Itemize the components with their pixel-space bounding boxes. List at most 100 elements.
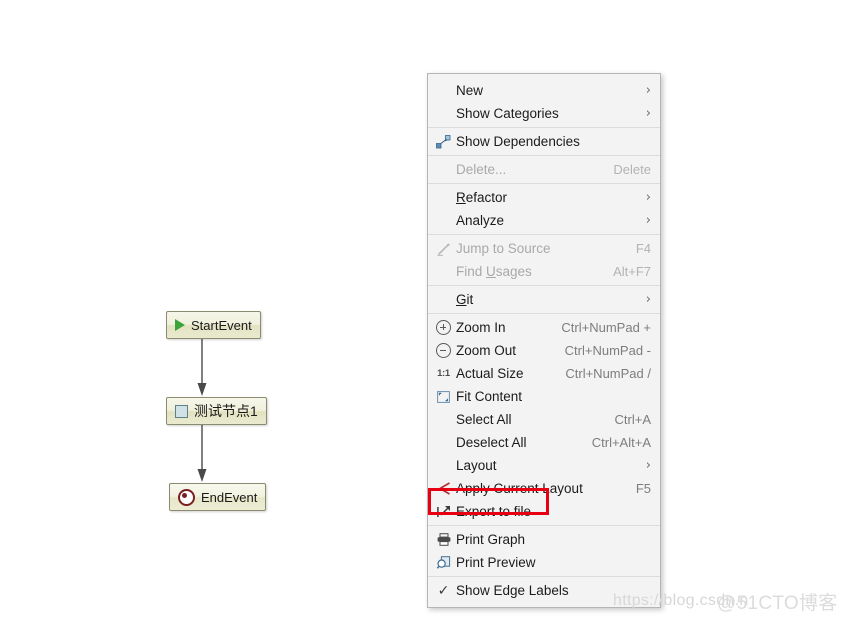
graph-node-label: StartEvent	[191, 317, 252, 333]
blank-icon	[434, 458, 453, 474]
menu-item-shortcut: Delete	[613, 162, 651, 177]
menu-item-fit-content[interactable]: Fit Content	[428, 385, 660, 408]
menu-item-actual-size[interactable]: 1:1 Actual Size Ctrl+NumPad /	[428, 362, 660, 385]
graph-node-startevent[interactable]: StartEvent	[166, 311, 261, 339]
menu-item-label: Deselect All	[456, 435, 527, 450]
menu-item-zoom-out[interactable]: Zoom Out Ctrl+NumPad -	[428, 339, 660, 362]
fit-content-icon	[434, 389, 453, 405]
menu-item-apply-current-layout[interactable]: Apply Current Layout F5	[428, 477, 660, 500]
blank-icon	[434, 190, 453, 206]
zoom-in-icon	[434, 320, 453, 336]
menu-item-label: New	[456, 83, 484, 98]
menu-item-deselect-all[interactable]: Deselect All Ctrl+Alt+A	[428, 431, 660, 454]
menu-item-label-rest: sages	[495, 264, 532, 279]
arrow-start-to-task	[196, 339, 208, 402]
menu-item-refactor[interactable]: Refactor ›	[428, 186, 660, 209]
pencil-icon	[434, 241, 453, 257]
mnemonic-letter: U	[486, 264, 496, 279]
blank-icon	[434, 412, 453, 428]
menu-item-shortcut: Ctrl+NumPad -	[564, 343, 651, 358]
51cto-watermark: @51CTO博客	[717, 593, 838, 614]
menu-item-label: Refactor	[456, 190, 646, 205]
export-icon	[434, 504, 453, 520]
menu-item-label: Find Usages	[456, 264, 599, 279]
menu-item-shortcut: F5	[635, 481, 651, 496]
menu-item-label: Git	[456, 292, 646, 307]
arrow-task-to-end	[196, 425, 208, 488]
end-circle-icon	[178, 488, 195, 506]
menu-item-export-to-file[interactable]: Export to file	[428, 500, 660, 523]
menu-item-label-rest: it	[466, 292, 474, 307]
menu-item-analyze[interactable]: Analyze ›	[428, 209, 660, 232]
menu-item-label: Apply Current Layout	[456, 481, 583, 496]
menu-item-label: Actual Size	[456, 366, 524, 381]
menu-item-label: Delete...	[456, 162, 507, 177]
menu-item-shortcut: Ctrl+NumPad +	[561, 320, 651, 335]
menu-item-shortcut: F4	[635, 241, 651, 256]
graph-node-label: 测试节点1	[194, 403, 258, 419]
menu-item-label: Jump to Source	[456, 241, 551, 256]
mnemonic-letter: R	[456, 190, 466, 205]
menu-item-delete: Delete... Delete	[428, 158, 660, 181]
menu-group: Zoom In Ctrl+NumPad + Zoom Out Ctrl+NumP…	[428, 314, 660, 525]
dependencies-icon	[434, 134, 453, 150]
menu-item-label: Layout	[456, 458, 497, 473]
zoom-out-icon	[434, 343, 453, 359]
chevron-right-icon: ›	[645, 458, 651, 473]
blank-icon	[434, 162, 453, 178]
blank-icon	[434, 264, 453, 280]
context-menu[interactable]: New › Show Categories › Show Dependencie…	[427, 73, 661, 608]
menu-group: Jump to Source F4 Find Usages Alt+F7	[428, 235, 660, 285]
menu-item-label: Select All	[456, 412, 512, 427]
graph-node-task[interactable]: 测试节点1	[166, 397, 267, 425]
menu-item-label: Print Preview	[456, 555, 536, 570]
menu-item-shortcut: Ctrl+NumPad /	[565, 366, 651, 381]
menu-group: New › Show Categories ›	[428, 77, 660, 127]
chevron-right-icon: ›	[645, 106, 651, 121]
menu-item-select-all[interactable]: Select All Ctrl+A	[428, 408, 660, 431]
menu-item-label: Analyze	[456, 213, 505, 228]
menu-item-jump-to-source: Jump to Source F4	[428, 237, 660, 260]
check-icon: ✓	[437, 582, 450, 599]
graph-canvas[interactable]: StartEvent 测试节点1 EndEvent	[0, 0, 420, 620]
apply-layout-icon	[434, 481, 453, 497]
blank-icon	[434, 213, 453, 229]
menu-item-git[interactable]: Git ›	[428, 288, 660, 311]
chevron-right-icon: ›	[645, 292, 651, 307]
menu-group: Refactor › Analyze ›	[428, 184, 660, 234]
menu-item-label: Show Dependencies	[456, 134, 580, 149]
menu-item-layout[interactable]: Layout ›	[428, 454, 660, 477]
actual-size-icon: 1:1	[437, 368, 450, 379]
menu-group: Git ›	[428, 286, 660, 313]
menu-item-show-categories[interactable]: Show Categories ›	[428, 102, 660, 125]
chevron-right-icon: ›	[645, 190, 651, 205]
menu-item-print-preview[interactable]: Print Preview	[428, 551, 660, 574]
menu-group: Delete... Delete	[428, 156, 660, 183]
blank-icon	[434, 292, 453, 308]
menu-item-label: Fit Content	[456, 389, 523, 404]
chevron-right-icon: ›	[645, 83, 651, 98]
menu-item-shortcut: Ctrl+A	[614, 412, 651, 427]
menu-item-print-graph[interactable]: Print Graph	[428, 528, 660, 551]
blank-icon	[434, 435, 453, 451]
menu-item-zoom-in[interactable]: Zoom In Ctrl+NumPad +	[428, 316, 660, 339]
play-triangle-icon	[175, 319, 185, 331]
task-square-icon	[175, 404, 188, 418]
menu-item-label: Show Categories	[456, 106, 559, 121]
menu-item-shortcut: Alt+F7	[613, 264, 651, 279]
blank-icon	[434, 106, 453, 122]
menu-item-label: Zoom Out	[456, 343, 517, 358]
print-preview-icon	[434, 555, 453, 571]
chevron-right-icon: ›	[645, 213, 651, 228]
menu-item-label: Export to file	[456, 504, 532, 519]
menu-item-find-usages: Find Usages Alt+F7	[428, 260, 660, 283]
menu-item-label-rest: efactor	[465, 190, 508, 205]
menu-group: Show Dependencies	[428, 128, 660, 155]
printer-icon	[434, 532, 453, 548]
menu-item-label: Zoom In	[456, 320, 506, 335]
menu-item-label: Print Graph	[456, 532, 526, 547]
menu-item-new[interactable]: New ›	[428, 79, 660, 102]
blank-icon	[434, 83, 453, 99]
graph-node-endevent[interactable]: EndEvent	[169, 483, 267, 511]
menu-item-show-dependencies[interactable]: Show Dependencies	[428, 130, 660, 153]
